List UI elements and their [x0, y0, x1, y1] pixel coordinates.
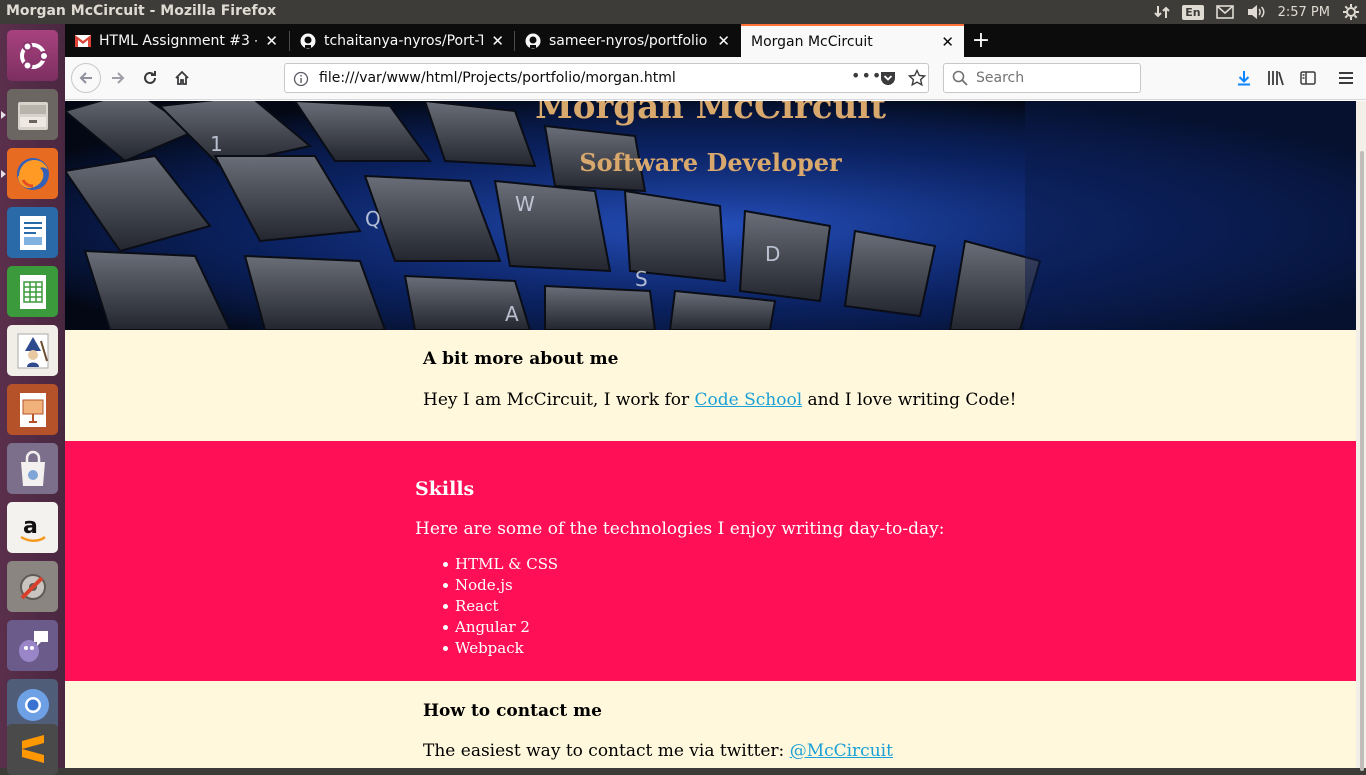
file-cabinet-icon[interactable] [1, 89, 58, 140]
running-indicator [1, 111, 6, 119]
amazon-icon[interactable]: a [7, 502, 58, 553]
close-icon[interactable]: ✕ [941, 33, 954, 51]
settings-gear-icon[interactable] [1342, 0, 1360, 24]
about-section: A bit more about me Hey I am McCircuit, … [65, 330, 1356, 441]
list-item: Angular 2 [442, 617, 558, 638]
hero-name: Morgan McCircuit [535, 101, 886, 127]
hero-banner: 1 Q W S D A Morgan McCircuit Software De… [65, 101, 1356, 330]
reload-button[interactable] [135, 63, 165, 93]
list-item: HTML & CSS [442, 555, 559, 573]
close-icon[interactable]: ✕ [717, 32, 730, 50]
search-placeholder: Search [976, 70, 1025, 86]
page-actions-icon[interactable]: ••• [851, 66, 882, 85]
skills-list: HTML & CSS Node.js React Angular 2 Webpa… [442, 554, 559, 659]
tab-morgan-active[interactable]: Morgan McCircuit ✕ [741, 24, 964, 57]
impress-presentation-icon[interactable] [7, 384, 58, 435]
contact-text: The easiest way to contact me via twitte… [423, 741, 893, 761]
top-panel: Morgan McCircuit - Mozilla Firefox En 2:… [0, 0, 1366, 24]
calc-spreadsheet-icon[interactable] [7, 266, 58, 317]
library-icon[interactable] [1261, 63, 1291, 93]
skills-section: Skills Here are some of the technologies… [65, 441, 1356, 681]
mail-icon[interactable] [1215, 0, 1234, 24]
home-button[interactable] [167, 63, 197, 93]
bookmark-star-icon[interactable] [907, 68, 927, 91]
list-item: Node.js [442, 575, 558, 596]
new-tab-button[interactable]: + [970, 24, 992, 57]
info-icon[interactable] [293, 71, 309, 91]
about-text: Hey I am McCircuit, I work for Code Scho… [423, 390, 1017, 410]
hero-role: Software Developer [579, 148, 842, 177]
network-arrows-icon[interactable] [1154, 0, 1170, 24]
close-icon[interactable]: ✕ [265, 32, 278, 50]
nav-toolbar: file:///var/www/html/Projects/portfolio/… [65, 57, 1366, 100]
browser-window: HTML Assignment #3 - s ✕ tchaitanya-nyro… [65, 24, 1366, 771]
menu-hamburger-icon[interactable] [1331, 63, 1361, 93]
github-icon [300, 33, 316, 49]
shopping-bag-icon[interactable] [7, 443, 58, 494]
svg-text:D: D [765, 242, 780, 266]
launcher: a [0, 24, 65, 775]
search-input[interactable]: Search [943, 63, 1141, 93]
forward-button[interactable] [103, 63, 133, 93]
url-bar[interactable]: file:///var/www/html/Projects/portfolio/… [284, 63, 929, 93]
gmail-icon [75, 33, 91, 49]
keyboard-background-image: 1 Q W S D A [65, 101, 1356, 330]
skills-intro: Here are some of the technologies I enjo… [415, 519, 945, 539]
svg-text:a: a [23, 514, 38, 539]
page-content: 1 Q W S D A Morgan McCircuit Software De… [65, 101, 1356, 768]
list-item: Webpack [442, 638, 558, 659]
keyboard-layout-icon[interactable]: En [1182, 0, 1204, 24]
tab-github-portfolio[interactable]: sameer-nyros/portfolio ✕ [515, 24, 740, 57]
contact-section: How to contact me The easiest way to con… [65, 681, 1356, 768]
window-title: Morgan McCircuit - Mozilla Firefox [6, 3, 277, 19]
sidebar-icon[interactable] [1293, 63, 1323, 93]
svg-text:Q: Q [365, 207, 381, 231]
github-icon [525, 33, 541, 49]
clock[interactable]: 2:57 PM [1278, 0, 1330, 24]
tab-strip: HTML Assignment #3 - s ✕ tchaitanya-nyro… [65, 24, 1366, 57]
chromium-icon[interactable] [7, 679, 58, 730]
scrollbar-thumb[interactable] [1360, 151, 1364, 771]
close-icon[interactable]: ✕ [491, 32, 504, 50]
svg-text:W: W [515, 192, 535, 216]
contact-heading: How to contact me [423, 701, 602, 721]
wrench-settings-icon[interactable] [7, 561, 58, 612]
url-text[interactable]: file:///var/www/html/Projects/portfolio/… [319, 70, 676, 86]
running-indicator [1, 170, 6, 178]
chat-bird-icon[interactable] [7, 620, 58, 671]
ubuntu-logo-icon[interactable] [7, 30, 58, 81]
svg-text:A: A [505, 302, 519, 326]
writer-document-icon[interactable] [7, 207, 58, 258]
indicator-area: En 2:57 PM [1148, 0, 1366, 24]
sublime-icon[interactable] [7, 724, 58, 775]
twitter-link[interactable]: @McCircuit [790, 741, 893, 761]
svg-text:S: S [635, 267, 648, 291]
search-icon [952, 70, 968, 90]
tab-gmail[interactable]: HTML Assignment #3 - s ✕ [65, 24, 288, 57]
skills-heading: Skills [415, 478, 475, 500]
downloads-icon[interactable] [1229, 63, 1259, 93]
code-school-link[interactable]: Code School [695, 390, 803, 410]
scrollbar[interactable] [1356, 101, 1366, 771]
gimp-wizard-icon[interactable] [7, 325, 58, 376]
volume-icon[interactable] [1246, 0, 1266, 24]
pocket-icon[interactable] [880, 70, 896, 90]
list-item: React [442, 596, 558, 617]
about-heading: A bit more about me [423, 349, 619, 369]
firefox-icon[interactable] [1, 148, 58, 199]
back-button[interactable] [71, 63, 101, 93]
tab-github-port[interactable]: tchaitanya-nyros/Port-Ta ✕ [290, 24, 514, 57]
